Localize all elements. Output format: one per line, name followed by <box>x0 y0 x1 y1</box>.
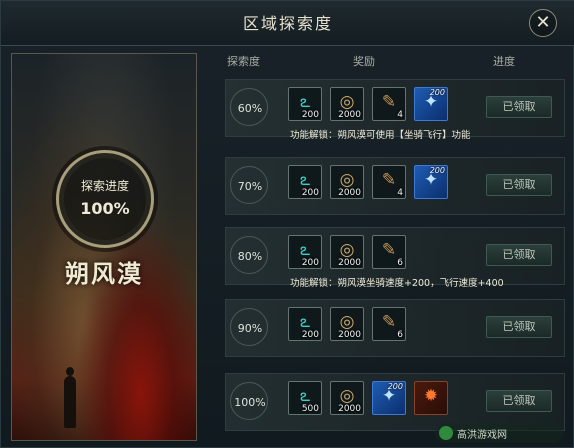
zone-name: 朔风漠 <box>65 259 143 288</box>
reward-glyph: ◎ <box>339 386 355 406</box>
reward-quantity: 200 <box>429 166 445 175</box>
reward-glyph: ✎ <box>381 312 397 332</box>
blue-crystal-icon[interactable]: ✦ 200 <box>372 381 406 415</box>
reward-quantity: 2000 <box>338 188 361 198</box>
reward-quantity: 4 <box>397 110 403 120</box>
ember-rune-icon[interactable]: ✹ <box>414 381 448 415</box>
watermark-badge: 高洪游戏网 <box>435 423 563 443</box>
reward-quantity: 500 <box>301 404 319 414</box>
teal-token-icon[interactable]: ఽ 200 <box>288 235 322 269</box>
scroll-icon[interactable]: ✎ 4 <box>372 165 406 199</box>
coin-icon[interactable]: ◎ 2000 <box>330 235 364 269</box>
reward-quantity: 200 <box>387 382 403 391</box>
teal-token-icon[interactable]: ఽ 500 <box>288 381 322 415</box>
reward-glyph: ఽ <box>299 170 311 190</box>
header-rewards: 奖励 <box>353 55 375 68</box>
claimed-button[interactable]: 已领取 <box>486 174 552 196</box>
reward-glyph: ఽ <box>299 240 311 260</box>
reward-glyph: ✎ <box>381 170 397 190</box>
reward-glyph: ఽ <box>299 312 311 332</box>
unlock-note: 功能解锁：朔风漠坐骑速度+200，飞行速度+400 <box>290 278 504 289</box>
table-row: 90% ఽ 200 ◎ 2000 ✎ 6 已领取 <box>225 299 565 357</box>
teal-token-icon[interactable]: ఽ 200 <box>288 307 322 341</box>
exploration-percent: 90% <box>226 300 274 356</box>
reward-quantity: 200 <box>429 88 445 97</box>
teal-token-icon[interactable]: ఽ 200 <box>288 165 322 199</box>
claimed-button[interactable]: 已领取 <box>486 96 552 118</box>
reward-quantity: 2000 <box>338 110 361 120</box>
reward-glyph: ✎ <box>381 92 397 112</box>
progress-value: 100% <box>80 199 130 218</box>
exploration-percent: 80% <box>226 228 274 284</box>
character-silhouette <box>64 367 76 428</box>
table-row: 70% ఽ 200 ◎ 2000 ✎ 4 ✦ 200 已领取 <box>225 157 565 215</box>
dialog-title: 区域探索度 <box>242 14 333 33</box>
coin-icon[interactable]: ◎ 2000 <box>330 87 364 121</box>
exploration-dialog: 区域探索度 ✕ 探索进度 100% 朔风漠 探索度 奖励 进度 60% ఽ 200 ◎… <box>0 0 574 448</box>
reward-glyph: ◎ <box>339 240 355 260</box>
reward-quantity: 4 <box>397 188 403 198</box>
claimed-button[interactable]: 已领取 <box>486 390 552 412</box>
table-headers: 探索度 奖励 进度 <box>205 53 567 69</box>
reward-glyph: ◎ <box>339 92 355 112</box>
watermark-logo-icon <box>439 426 453 440</box>
coin-icon[interactable]: ◎ 2000 <box>330 165 364 199</box>
reward-quantity: 200 <box>301 188 319 198</box>
blue-crystal-icon[interactable]: ✦ 200 <box>414 165 448 199</box>
reward-glyph: ◎ <box>339 312 355 332</box>
claimed-button[interactable]: 已领取 <box>486 316 552 338</box>
reward-quantity: 6 <box>397 258 403 268</box>
scroll-icon[interactable]: ✎ 6 <box>372 307 406 341</box>
scroll-icon[interactable]: ✎ 6 <box>372 235 406 269</box>
reward-quantity: 2000 <box>338 258 361 268</box>
reward-glyph: ఽ <box>299 92 311 112</box>
claimed-button[interactable]: 已领取 <box>486 244 552 266</box>
reward-glyph: ఽ <box>299 386 311 406</box>
close-icon[interactable]: ✕ <box>529 9 557 37</box>
teal-token-icon[interactable]: ఽ 200 <box>288 87 322 121</box>
reward-glyph: ✹ <box>423 386 439 406</box>
watermark-text: 高洪游戏网 <box>457 430 507 441</box>
progress-label: 探索进度 <box>80 179 129 193</box>
reward-quantity: 2000 <box>338 330 361 340</box>
reward-quantity: 200 <box>301 258 319 268</box>
reward-glyph: ✎ <box>381 240 397 260</box>
exploration-percent: 60% <box>226 80 274 136</box>
coin-icon[interactable]: ◎ 2000 <box>330 381 364 415</box>
header-status: 进度 <box>493 55 515 68</box>
progress-ring: 探索进度 100% <box>56 150 154 248</box>
reward-quantity: 6 <box>397 330 403 340</box>
reward-quantity: 200 <box>301 110 319 120</box>
header-percent: 探索度 <box>227 55 260 68</box>
exploration-percent: 70% <box>226 158 274 214</box>
title-bar: 区域探索度 ✕ <box>1 1 574 46</box>
reward-quantity: 200 <box>301 330 319 340</box>
zone-scene-panel: 探索进度 100% 朔风漠 <box>11 53 197 441</box>
reward-glyph: ◎ <box>339 170 355 190</box>
scroll-icon[interactable]: ✎ 4 <box>372 87 406 121</box>
coin-icon[interactable]: ◎ 2000 <box>330 307 364 341</box>
unlock-note: 功能解锁：朔风漠可使用【坐骑飞行】功能 <box>290 130 471 141</box>
exploration-percent: 100% <box>226 374 274 430</box>
reward-quantity: 2000 <box>338 404 361 414</box>
blue-crystal-icon[interactable]: ✦ 200 <box>414 87 448 121</box>
